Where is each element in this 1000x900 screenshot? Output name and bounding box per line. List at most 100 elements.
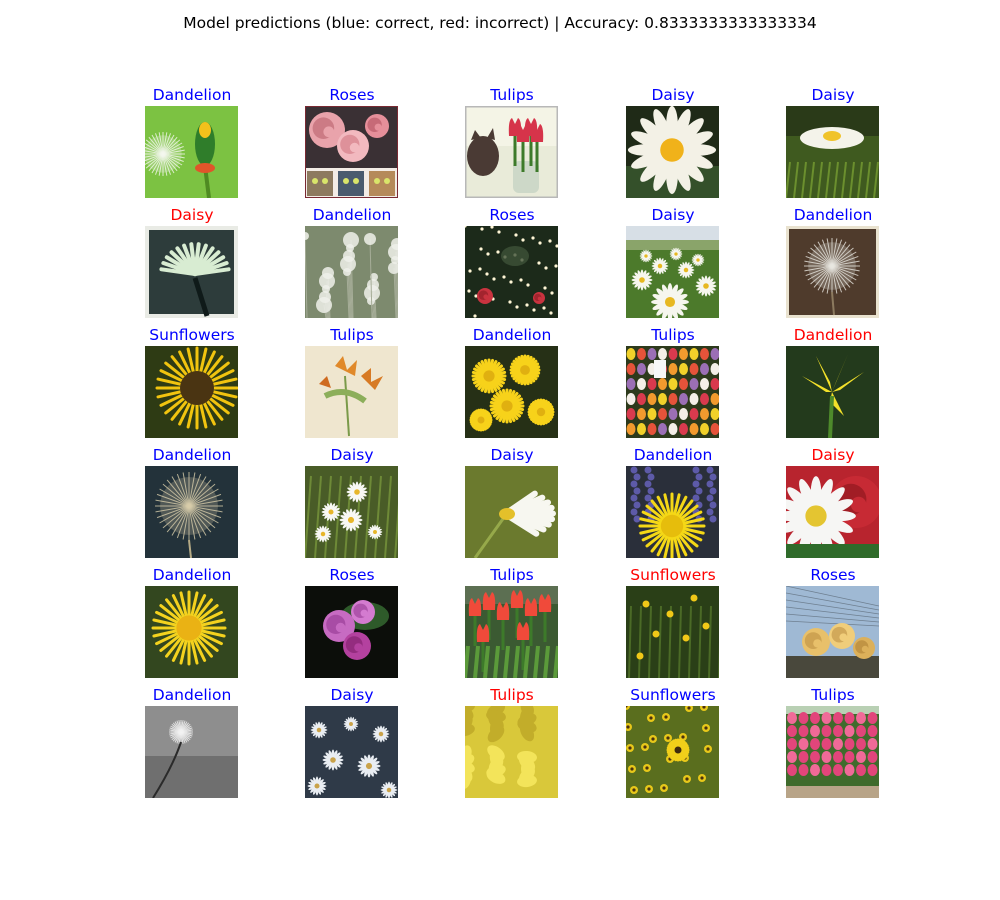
prediction-label: Dandelion	[152, 86, 232, 104]
flower-thumbnail	[626, 466, 719, 558]
prediction-cell: Dandelion	[132, 446, 252, 558]
prediction-cell: Dandelion	[773, 326, 893, 438]
yellow-tulip-on-dark-green-image	[786, 346, 879, 438]
prediction-label: Sunflowers	[630, 686, 716, 704]
flower-thumbnail	[786, 586, 879, 678]
flower-thumbnail	[145, 106, 238, 198]
prediction-cell: Daisy	[773, 86, 893, 198]
prediction-grid: Dandelion Roses Tulips Daisy Daisy Daisy Dande…	[0, 0, 1000, 900]
flower-thumbnail	[465, 106, 558, 198]
flower-thumbnail	[145, 346, 238, 438]
prediction-label: Tulips	[490, 686, 534, 704]
flower-thumbnail	[305, 466, 398, 558]
flower-thumbnail	[145, 706, 238, 798]
flower-thumbnail	[626, 706, 719, 798]
prediction-label: Tulips	[330, 326, 374, 344]
pink-tulip-field-image	[786, 706, 879, 798]
flower-thumbnail	[626, 586, 719, 678]
prediction-label: Sunflowers	[630, 566, 716, 584]
prediction-cell: Daisy	[613, 206, 733, 318]
prediction-cell: Tulips	[292, 326, 412, 438]
prediction-label: Dandelion	[152, 446, 232, 464]
prediction-cell: Daisy	[452, 446, 572, 558]
flower-thumbnail	[145, 466, 238, 558]
prediction-cell: Dandelion	[773, 206, 893, 318]
flower-thumbnail	[786, 706, 879, 798]
prediction-cell: Roses	[292, 566, 412, 678]
flower-thumbnail	[305, 226, 398, 318]
prediction-label: Daisy	[651, 86, 695, 104]
prediction-label: Daisy	[170, 206, 214, 224]
prediction-cell: Dandelion	[132, 566, 252, 678]
prediction-cell: Daisy	[613, 86, 733, 198]
flower-thumbnail	[145, 226, 238, 318]
flower-thumbnail	[786, 466, 879, 558]
yellow-roses-against-sky-image	[786, 586, 879, 678]
yellow-flower-mass-image	[465, 706, 558, 798]
prediction-cell: Dandelion	[452, 326, 572, 438]
daisy-in-grass-image	[786, 106, 879, 198]
prediction-cell: Dandelion	[132, 86, 252, 198]
dandelion-seed-heads-field-image	[305, 226, 398, 318]
prediction-label: Tulips	[490, 86, 534, 104]
flower-thumbnail	[305, 706, 398, 798]
prediction-label: Tulips	[651, 326, 695, 344]
pale-dandelion-vintage-frame-image	[145, 226, 238, 318]
flower-thumbnail	[786, 346, 879, 438]
prediction-cell: Tulips	[452, 686, 572, 798]
daisy-and-red-rose-image	[786, 466, 879, 558]
prediction-cell: Roses	[292, 86, 412, 198]
prediction-cell: Tulips	[452, 566, 572, 678]
prediction-cell: Daisy	[292, 686, 412, 798]
prediction-cell: Tulips	[452, 86, 572, 198]
flower-thumbnail	[786, 106, 879, 198]
flower-thumbnail	[465, 586, 558, 678]
prediction-cell: Tulips	[613, 326, 733, 438]
yellow-dandelion-flowers-image	[465, 346, 558, 438]
prediction-label: Dandelion	[312, 206, 392, 224]
dark-bush-with-lights-and-red-roses-image	[465, 226, 558, 318]
prediction-label: Daisy	[811, 86, 855, 104]
white-daisy-side-view-image	[465, 466, 558, 558]
daisies-in-foliage-image	[305, 466, 398, 558]
prediction-cell: Dandelion	[292, 206, 412, 318]
red-tulips-row-image	[465, 586, 558, 678]
flower-thumbnail	[465, 346, 558, 438]
yellow-dandelion-flower-image	[145, 586, 238, 678]
white-daisy-close-up-image	[626, 106, 719, 198]
dandelion-bud-on-green-image	[145, 106, 238, 198]
flower-thumbnail	[465, 466, 558, 558]
prediction-label: Dandelion	[152, 566, 232, 584]
prediction-label: Daisy	[330, 686, 374, 704]
daisy-meadow-image	[626, 226, 719, 318]
prediction-label: Roses	[810, 566, 856, 584]
prediction-cell: Daisy	[773, 446, 893, 558]
dandelion-seed-head-dark-image	[145, 466, 238, 558]
prediction-cell: Dandelion	[132, 686, 252, 798]
prediction-label: Dandelion	[633, 446, 713, 464]
flower-thumbnail	[305, 106, 398, 198]
prediction-cell: Sunflowers	[132, 326, 252, 438]
flower-thumbnail	[626, 226, 719, 318]
prediction-cell: Tulips	[773, 686, 893, 798]
flower-thumbnail	[465, 226, 558, 318]
daisies-blue-toned-image	[305, 706, 398, 798]
prediction-label: Daisy	[651, 206, 695, 224]
flower-thumbnail	[626, 106, 719, 198]
prediction-label: Dandelion	[793, 206, 873, 224]
flower-thumbnail	[626, 346, 719, 438]
prediction-label: Daisy	[811, 446, 855, 464]
prediction-label: Roses	[329, 566, 375, 584]
prediction-cell: Roses	[773, 566, 893, 678]
sunflower-close-up-image	[145, 346, 238, 438]
flower-thumbnail	[465, 706, 558, 798]
pink-roses-on-black-image	[305, 586, 398, 678]
prediction-label: Tulips	[811, 686, 855, 704]
prediction-cell: Sunflowers	[613, 566, 733, 678]
dandelion-puffball-brown-frame-image	[786, 226, 879, 318]
pink-roses-collage-with-cats-image	[305, 106, 398, 198]
yellow-dandelion-with-purple-hyacinths-image	[626, 466, 719, 558]
prediction-cell: Daisy	[292, 446, 412, 558]
prediction-label: Tulips	[490, 566, 534, 584]
prediction-label: Daisy	[330, 446, 374, 464]
